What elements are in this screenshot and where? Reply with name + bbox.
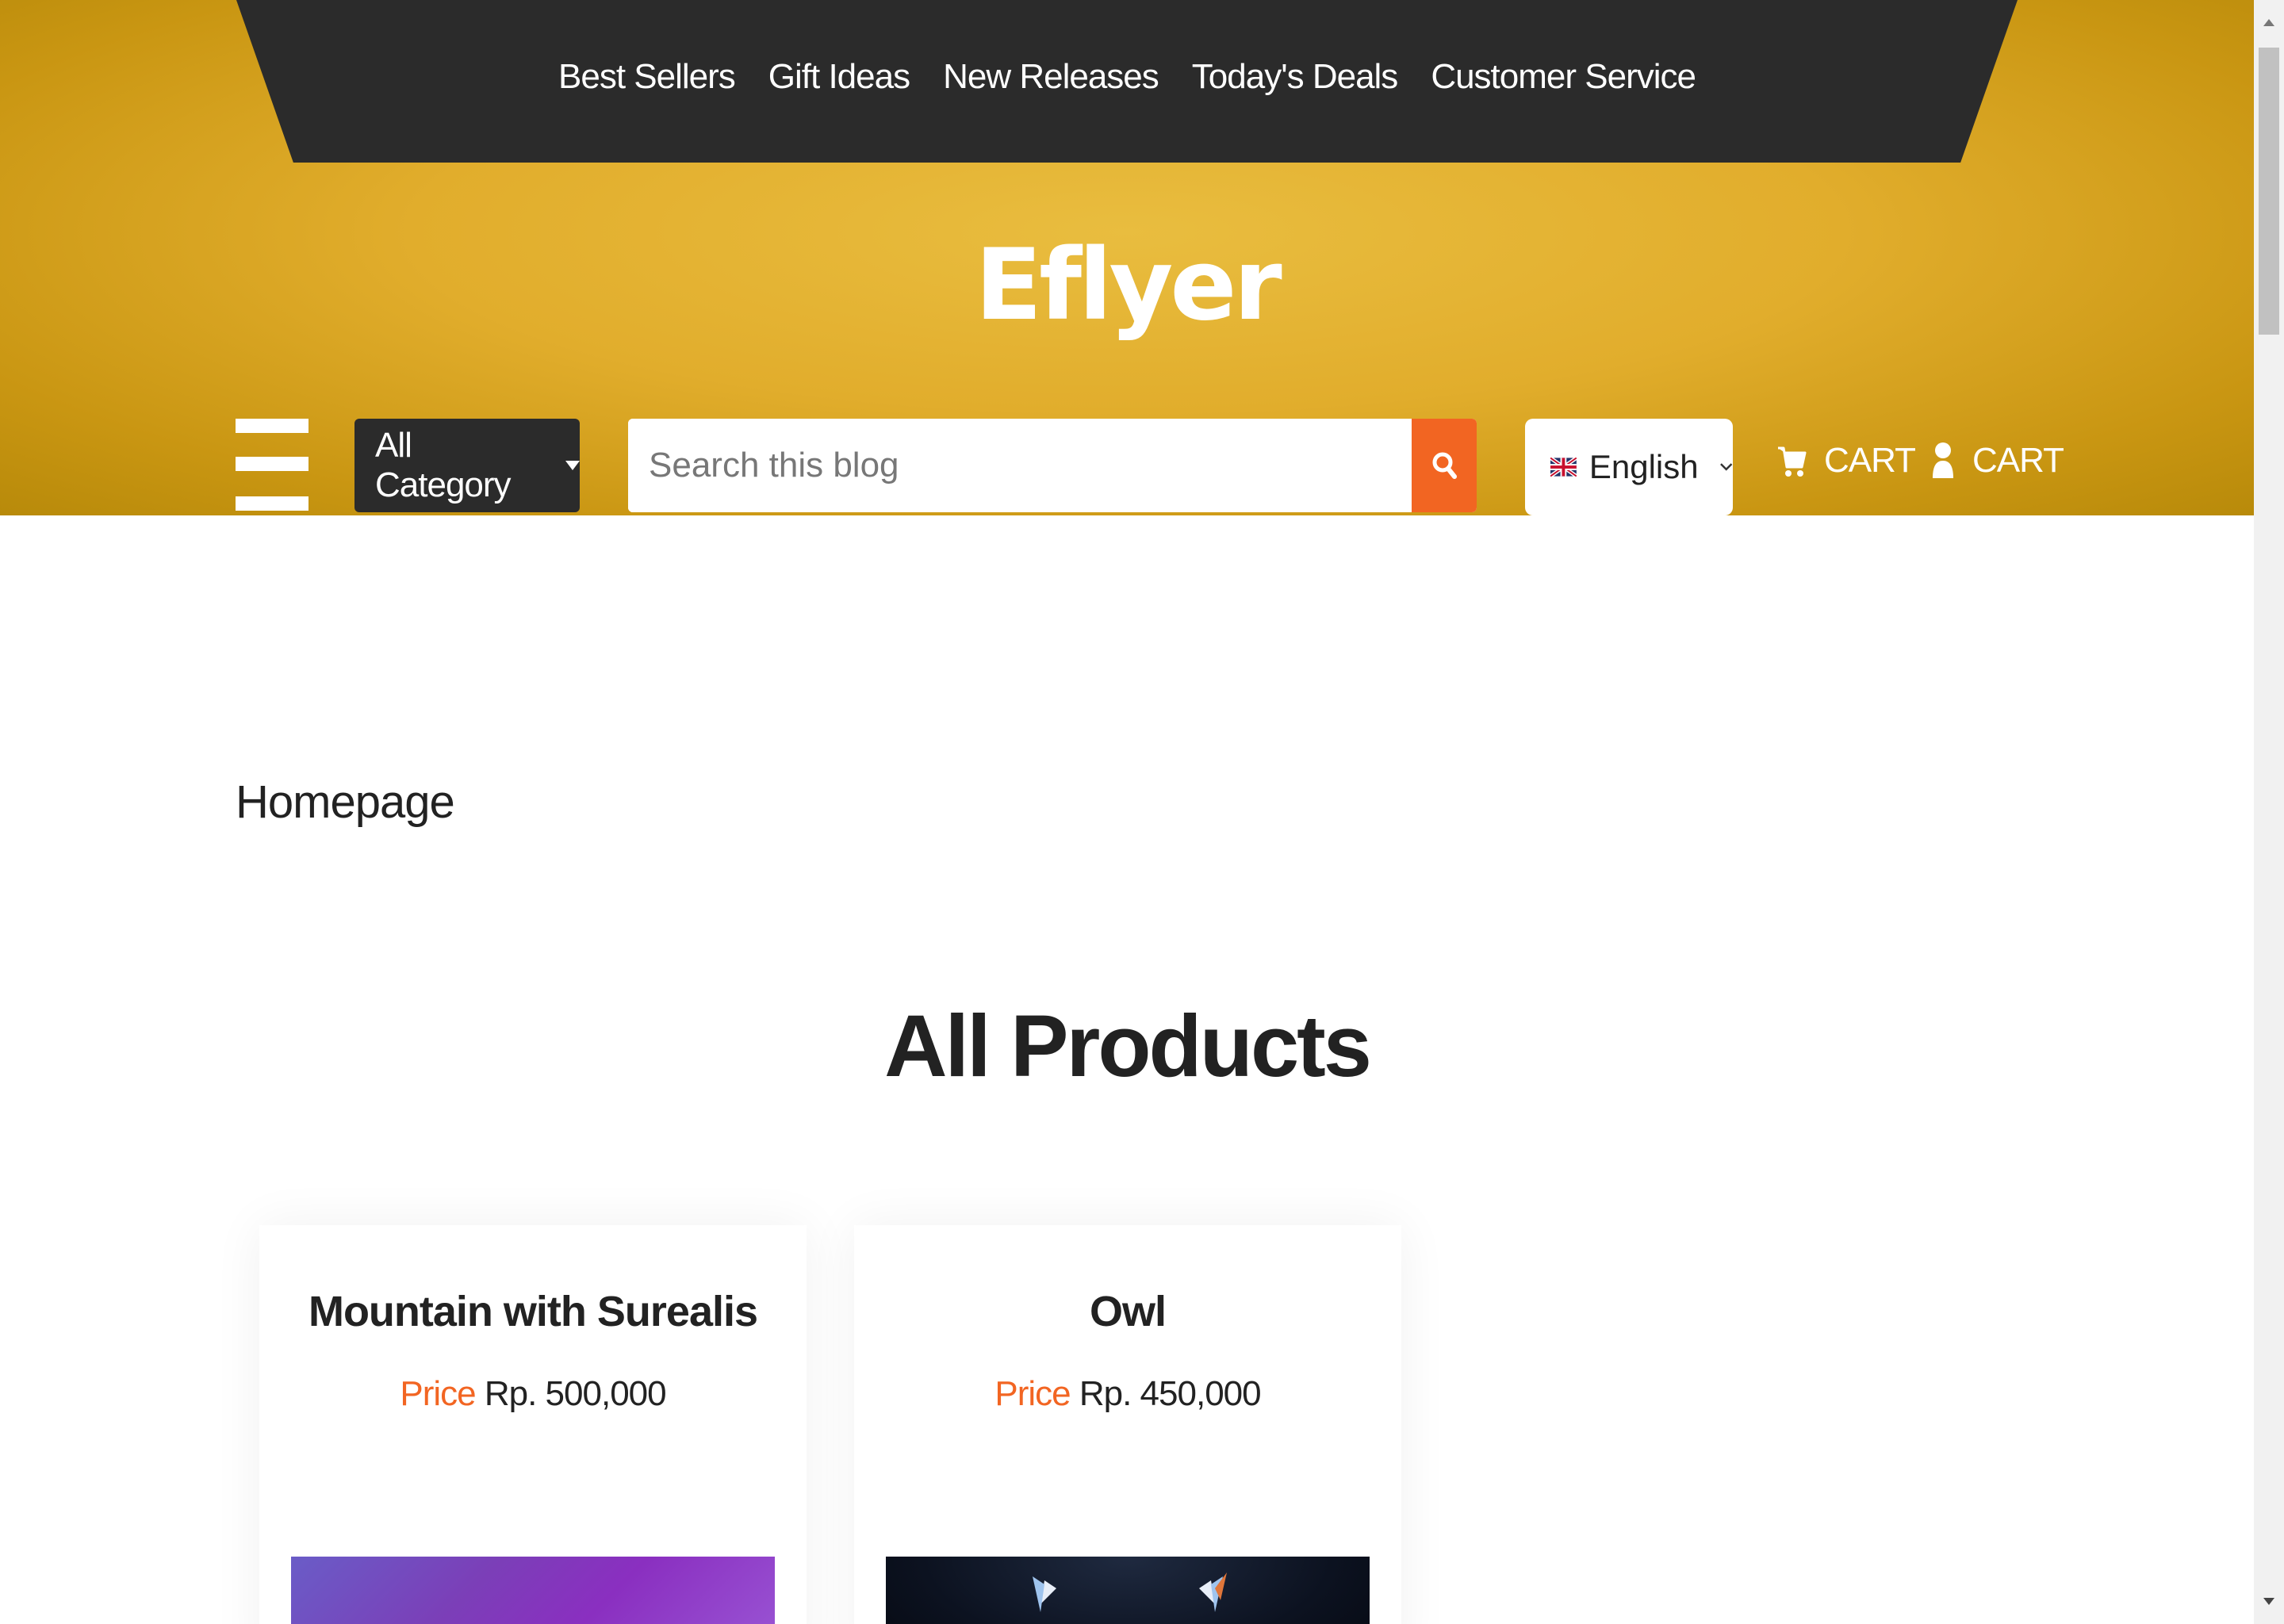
language-label: English [1588,448,1699,485]
product-price: Price Rp. 500,000 [259,1374,807,1414]
section-title: All Products [884,998,1372,1095]
chevron-down-icon [1719,463,1732,471]
top-navigation: Best Sellers Gift Ideas New Releases Tod… [236,0,2018,163]
account-link[interactable]: CART [1931,441,2064,481]
triangle-up-icon [2263,19,2274,26]
search-icon [1432,452,1457,479]
account-label: CART [1972,441,2064,480]
category-dropdown[interactable]: All Category [354,419,580,512]
nav-item-new-releases[interactable]: New Releases [943,57,1159,97]
product-name[interactable]: Mountain with Surealis [259,1287,807,1336]
caret-down-icon [565,461,580,470]
price-value: Rp. 450,000 [1079,1374,1262,1413]
nav-item-best-sellers[interactable]: Best Sellers [558,57,736,97]
product-image[interactable] [291,1557,775,1624]
cart-icon [1778,446,1807,477]
price-value: Rp. 500,000 [484,1374,667,1413]
user-icon [1932,442,1953,478]
hamburger-icon[interactable] [236,417,308,512]
product-image[interactable] [886,1557,1370,1624]
price-label: Price [400,1374,476,1413]
scroll-thumb[interactable] [2259,48,2279,335]
search-button[interactable] [1412,419,1477,512]
site-logo[interactable]: Eflyer [0,228,2254,343]
category-label: All Category [375,426,512,504]
header-actions: CART CART [1776,441,2064,481]
hero-banner: Best Sellers Gift Ideas New Releases Tod… [0,0,2254,515]
nav-item-gift-ideas[interactable]: Gift Ideas [768,57,910,97]
vertical-scrollbar[interactable] [2254,0,2284,1624]
language-select[interactable]: English [1525,419,1733,515]
scroll-up-button[interactable] [2254,0,2284,44]
product-card[interactable]: Mountain with Surealis Price Rp. 500,000 [259,1225,807,1624]
uk-flag-icon [1550,458,1577,477]
cart-label: CART [1824,441,1916,480]
page: Best Sellers Gift Ideas New Releases Tod… [0,0,2254,1624]
product-price: Price Rp. 450,000 [854,1374,1401,1414]
search-input[interactable] [628,419,1412,512]
nav-item-customer-service[interactable]: Customer Service [1431,57,1696,97]
product-card[interactable]: Owl Price Rp. 450,000 [854,1225,1401,1624]
triangle-down-icon [2263,1598,2274,1605]
product-name[interactable]: Owl [854,1287,1401,1336]
scroll-down-button[interactable] [2254,1580,2284,1624]
price-label: Price [994,1374,1071,1413]
nav-item-todays-deals[interactable]: Today's Deals [1192,57,1399,97]
owl-image-art [1033,1572,1227,1612]
search-bar [628,419,1477,512]
breadcrumb[interactable]: Homepage [236,776,455,829]
cart-link[interactable]: CART [1776,441,1916,481]
